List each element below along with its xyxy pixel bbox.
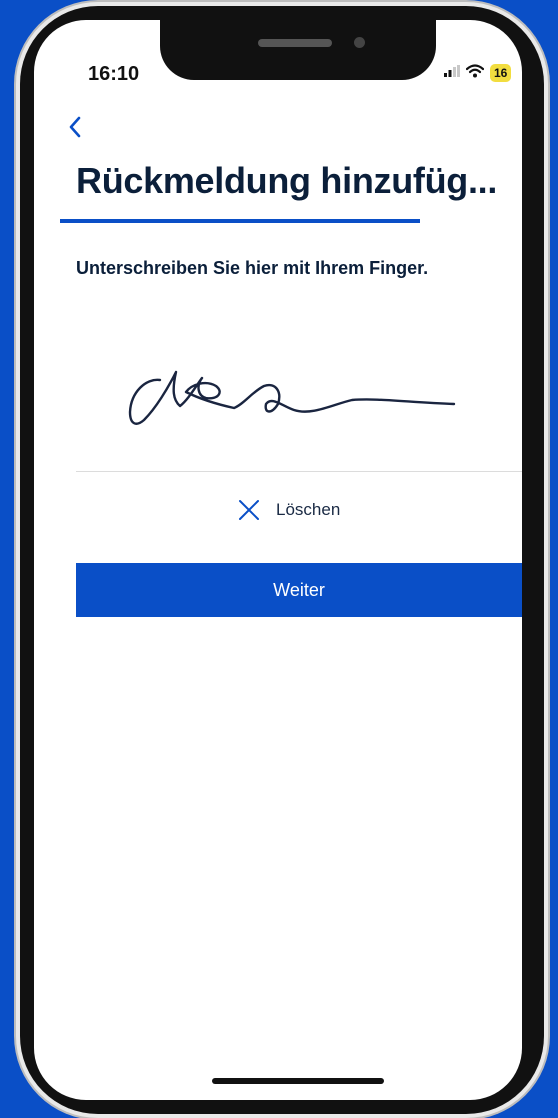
signature-stroke bbox=[128, 370, 456, 425]
chevron-left-icon bbox=[69, 116, 81, 138]
front-camera bbox=[354, 37, 365, 48]
back-button[interactable] bbox=[62, 112, 88, 142]
wifi-icon bbox=[465, 63, 485, 83]
status-time: 16:10 bbox=[88, 63, 140, 85]
signature-baseline bbox=[76, 471, 522, 472]
speaker-grille bbox=[258, 39, 332, 47]
close-icon bbox=[239, 500, 259, 520]
signature-pad[interactable] bbox=[76, 300, 522, 472]
screenshot-stage: 16:10 16 Rückmeldung hinzufüg... Untersc… bbox=[0, 0, 558, 1118]
page-title: Rückmeldung hinzufüg... bbox=[76, 160, 498, 201]
status-icons: 16 bbox=[444, 62, 512, 84]
home-indicator bbox=[212, 1078, 384, 1084]
signal-icon bbox=[444, 64, 460, 82]
battery-icon: 16 bbox=[490, 64, 512, 82]
next-button[interactable]: Weiter bbox=[76, 563, 522, 617]
signature-instruction: Unterschreiben Sie hier mit Ihrem Finger… bbox=[76, 258, 429, 278]
clear-signature-label: Löschen bbox=[276, 500, 341, 519]
title-underline bbox=[60, 219, 420, 223]
notch bbox=[160, 14, 436, 80]
clear-signature-button[interactable]: Löschen bbox=[236, 494, 340, 526]
